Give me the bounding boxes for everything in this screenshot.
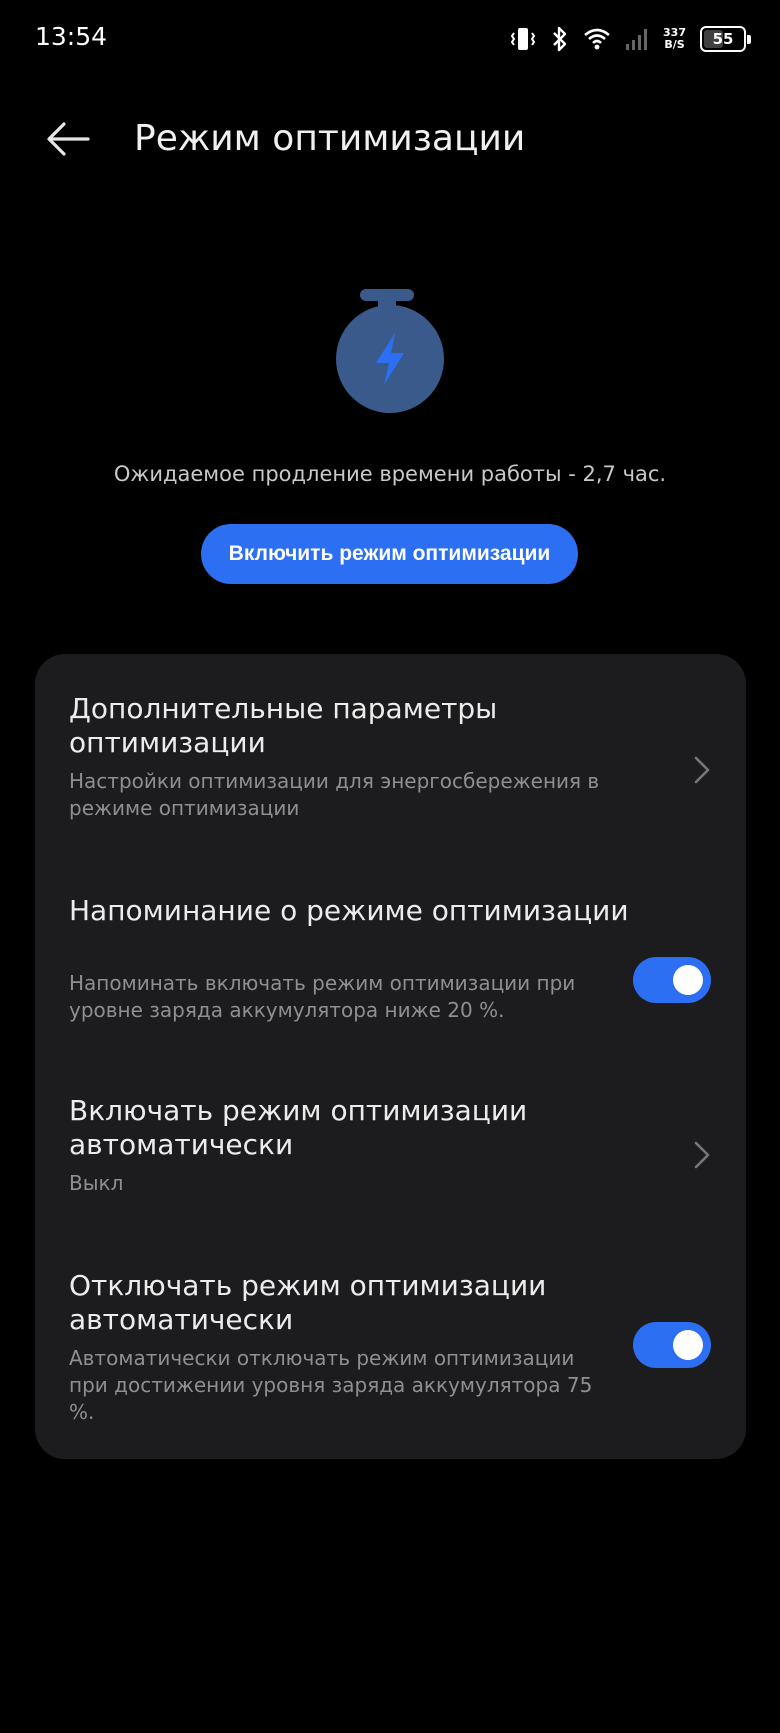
enable-optimization-button[interactable]: Включить режим оптимизации (201, 524, 578, 584)
arrow-left-icon (44, 119, 92, 163)
setting-subtitle: Автоматически отключать режим оптимизаци… (69, 1346, 593, 1424)
signal-icon (625, 27, 649, 51)
chevron-right-icon (692, 754, 712, 786)
network-speed-unit: B/S (664, 38, 685, 51)
setting-title: Отключать режим оптимизации автоматическ… (69, 1269, 547, 1336)
setting-title: Дополнительные параметры оптимизации (69, 692, 498, 759)
battery-extension-hint: Ожидаемое продление времени работы - 2,7… (113, 462, 667, 486)
setting-title: Включать режим оптимизации автоматически (69, 1094, 528, 1161)
network-speed: 337 B/S (663, 27, 686, 51)
wifi-icon (583, 27, 611, 51)
back-button[interactable] (44, 116, 100, 166)
setting-subtitle: Настройки оптимизации для энергосбережен… (69, 769, 600, 820)
reminder-toggle[interactable] (633, 957, 711, 1003)
settings-card: Дополнительные параметры оптимизации Нас… (35, 654, 746, 1459)
battery-icon: 55 (700, 26, 751, 52)
toggle-knob (673, 1330, 703, 1360)
auto-disable-toggle[interactable] (633, 1322, 711, 1368)
bluetooth-icon (551, 26, 569, 52)
chevron-right-icon (692, 1139, 712, 1171)
status-icons: 337 B/S 55 (509, 22, 751, 56)
status-bar: 13:54 337 B/S 55 (0, 0, 780, 80)
setting-auto-disable[interactable]: Отключать режим оптимизации автоматическ… (35, 1224, 746, 1459)
battery-tip (747, 35, 751, 44)
status-time: 13:54 (35, 22, 108, 51)
stopwatch-bolt-icon (332, 285, 448, 415)
setting-advanced-parameters[interactable]: Дополнительные параметры оптимизации Нас… (35, 654, 746, 849)
setting-optimization-reminder[interactable]: Напоминание о режиме оптимизации Напомин… (35, 849, 746, 1049)
setting-auto-enable[interactable]: Включать режим оптимизации автоматически… (35, 1049, 746, 1224)
battery-level: 55 (712, 30, 734, 48)
header: Режим оптимизации (0, 100, 780, 180)
setting-subtitle: Выкл (69, 1171, 124, 1195)
page-title: Режим оптимизации (134, 118, 526, 159)
vibrate-icon (509, 26, 537, 52)
toggle-knob (673, 965, 703, 995)
setting-subtitle: Напоминать включать режим оптимизации пр… (69, 971, 576, 1022)
setting-title: Напоминание о режиме оптимизации (69, 894, 629, 927)
